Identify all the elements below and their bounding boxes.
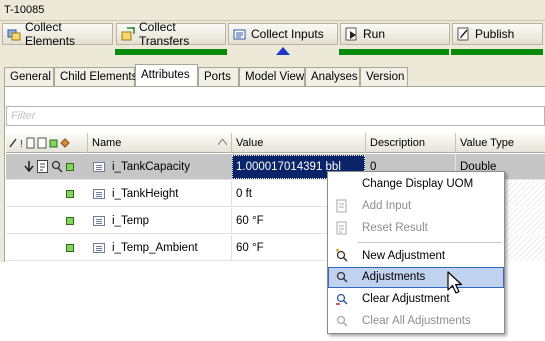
- tab-child-elements[interactable]: Child Elements: [54, 67, 137, 86]
- attribute-icon: [93, 243, 105, 253]
- menu-item-new-adjustment[interactable]: New Adjustment: [328, 246, 504, 267]
- menu-item-adjustments[interactable]: Adjustments: [328, 267, 504, 288]
- data-reference-icon: [37, 160, 48, 173]
- tab-ports[interactable]: Ports: [198, 67, 239, 86]
- progress-segment-publish: [451, 49, 543, 55]
- mouse-pointer-icon: [447, 271, 463, 294]
- filter-placeholder: Filter: [11, 110, 36, 122]
- status-good-icon: [66, 244, 74, 252]
- menu-item-change-display-uom[interactable]: Change Display UOM: [328, 174, 504, 195]
- new-adjustment-icon: [336, 249, 348, 262]
- tab-model-view[interactable]: Model View: [239, 67, 305, 86]
- clear-adjustment-icon: [336, 293, 348, 305]
- adjustments-icon: [336, 271, 348, 283]
- collect-inputs-icon: [233, 27, 247, 41]
- collect-elements-button[interactable]: Collect Elements: [2, 20, 113, 48]
- progress-marker-icon: [276, 47, 290, 55]
- menu-item-clear-all-adjustments[interactable]: Clear All Adjustments: [328, 311, 504, 332]
- attribute-name: i_TankCapacity: [112, 161, 190, 173]
- input-arrow-icon: [24, 161, 34, 173]
- menu-item-reset-result[interactable]: Reset Result: [328, 218, 504, 239]
- collect-transfers-icon: [121, 26, 135, 41]
- publish-button[interactable]: Publish: [452, 23, 543, 45]
- menu-separator: [358, 242, 502, 243]
- adjustment-icon: [51, 160, 63, 173]
- status-good-icon: [66, 217, 74, 225]
- column-description-header[interactable]: Description: [366, 133, 456, 153]
- column-name-header[interactable]: Name: [88, 133, 232, 153]
- run-icon: [345, 27, 359, 41]
- svg-text:!: !: [20, 139, 23, 150]
- sort-ascending-icon: [218, 139, 227, 146]
- context-menu: Change Display UOM Add Input Reset Resul…: [327, 171, 505, 334]
- column-flags-header[interactable]: !: [6, 133, 88, 153]
- tab-analyses[interactable]: Analyses: [305, 67, 360, 86]
- window-title: T-10085: [4, 4, 45, 16]
- attribute-icon: [93, 189, 105, 199]
- tab-general[interactable]: General: [4, 67, 54, 86]
- toolbar: Collect Elements Collect Transfers Colle…: [0, 20, 545, 48]
- grid-header: ! Name Value Description Value Type: [6, 133, 545, 153]
- tab-strip: General Child Elements Attributes Ports …: [4, 64, 541, 86]
- column-value-header[interactable]: Value: [232, 133, 366, 153]
- clear-all-adjustments-icon: [336, 315, 348, 327]
- menu-item-add-input[interactable]: Add Input: [328, 196, 504, 217]
- attribute-name: i_Temp_Ambient: [108, 235, 232, 261]
- reset-result-icon: [336, 221, 347, 235]
- filter-input[interactable]: Filter: [6, 106, 545, 126]
- attribute-icon: [93, 216, 105, 226]
- attribute-name: i_Temp: [108, 208, 232, 234]
- tab-version[interactable]: Version: [360, 67, 408, 86]
- attribute-icon: [93, 162, 105, 172]
- publish-icon: [457, 27, 471, 41]
- collect-elements-icon: [7, 27, 21, 41]
- collect-inputs-button[interactable]: Collect Inputs: [228, 23, 338, 45]
- add-input-icon: [336, 199, 347, 213]
- tab-attributes[interactable]: Attributes: [135, 64, 198, 86]
- attribute-name: i_TankHeight: [108, 181, 232, 207]
- menu-item-clear-adjustment[interactable]: Clear Adjustment: [328, 289, 504, 310]
- title-bar: T-10085: [0, 0, 545, 21]
- status-good-icon: [66, 190, 74, 198]
- workflow-progress: [0, 47, 545, 57]
- run-button[interactable]: Run: [340, 23, 450, 45]
- column-value-type-header[interactable]: Value Type: [456, 133, 545, 153]
- collect-transfers-button[interactable]: Collect Transfers: [116, 20, 226, 48]
- progress-segment-run: [339, 49, 449, 55]
- progress-segment-transfers: [115, 49, 227, 55]
- status-good-icon: [66, 163, 74, 171]
